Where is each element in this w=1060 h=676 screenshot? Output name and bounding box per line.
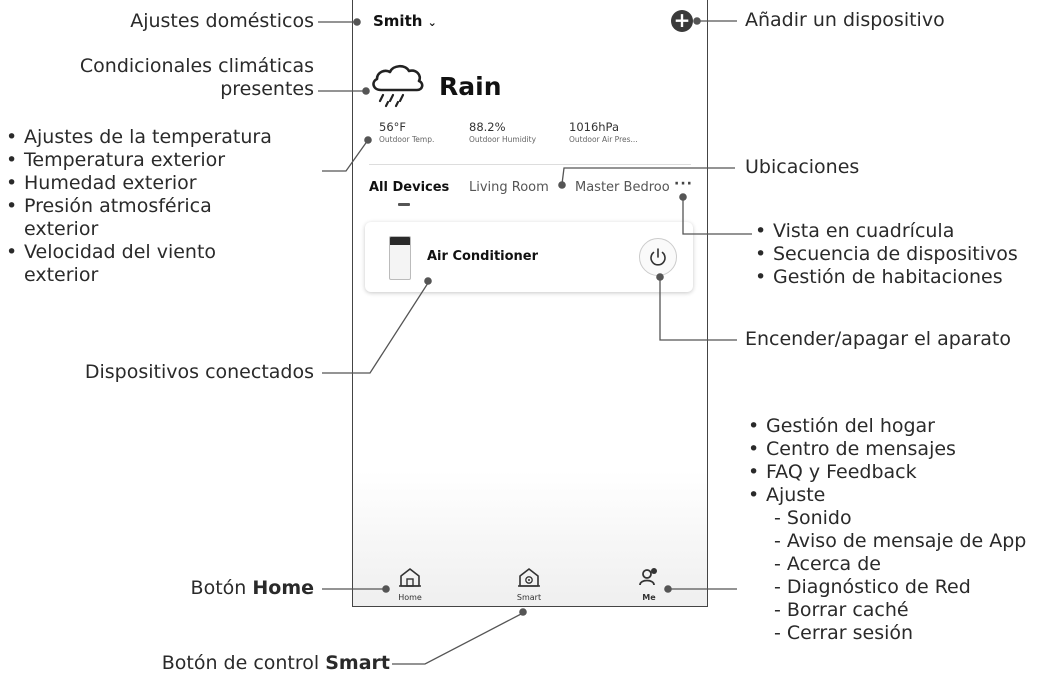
nav-home[interactable]: Home bbox=[380, 566, 440, 602]
list-subitem: - Borrar caché bbox=[774, 599, 909, 621]
label-temperature-list: Ajustes de la temperatura Temperatura ex… bbox=[6, 126, 272, 287]
nav-home-label: Home bbox=[398, 593, 422, 602]
label-anadir-dispositivo: Añadir un dispositivo bbox=[745, 9, 945, 31]
label-condicionales-line2: presentes bbox=[220, 78, 314, 100]
nav-smart-label: Smart bbox=[516, 593, 542, 602]
list-subitem: - Acerca de bbox=[774, 553, 881, 575]
phone-screen: Smith ⌄ + Rain 56°F Outdoor Temp. 88.2% … bbox=[352, 0, 708, 607]
label-boton-smart: Botón de control Smart bbox=[162, 652, 390, 675]
label-ajustes-domesticos: Ajustes domésticos bbox=[130, 10, 314, 32]
chevron-down-icon: ⌄ bbox=[427, 16, 437, 29]
label-boton-home-bold: Home bbox=[252, 577, 314, 599]
stat-outdoor-pressure: 1016hPa Outdoor Air Pres... bbox=[569, 120, 638, 144]
more-options-button[interactable]: ··· bbox=[674, 176, 693, 192]
list-item: FAQ y Feedback bbox=[748, 461, 1026, 484]
list-item: exterior bbox=[24, 218, 99, 240]
weather-condition: Rain bbox=[439, 72, 502, 101]
nav-me-label: Me bbox=[642, 593, 656, 602]
nav-me[interactable]: Me bbox=[619, 566, 679, 602]
list-item: Temperatura exterior bbox=[6, 149, 272, 172]
add-device-button[interactable]: + bbox=[671, 10, 693, 32]
label-condicionales: Condicionales climáticas presentes bbox=[80, 55, 314, 101]
list-item: Vista en cuadrícula bbox=[755, 220, 1018, 243]
home-name-label: Smith bbox=[373, 12, 423, 30]
label-encender-apagar: Encender/apagar el aparato bbox=[745, 328, 1011, 350]
power-button[interactable] bbox=[639, 238, 677, 276]
list-item: Gestión del hogar bbox=[748, 415, 1026, 438]
list-item: Presión atmosférica bbox=[6, 195, 272, 218]
label-dispositivos-conectados: Dispositivos conectados bbox=[84, 361, 314, 383]
tab-living-room[interactable]: Living Room bbox=[469, 180, 549, 195]
list-item: Gestión de habitaciones bbox=[755, 266, 1018, 289]
stat-label: Outdoor Temp. bbox=[379, 135, 435, 144]
list-item: Centro de mensajes bbox=[748, 438, 1026, 461]
divider bbox=[369, 164, 691, 165]
power-icon bbox=[650, 248, 666, 266]
list-item: Humedad exterior bbox=[6, 172, 272, 195]
list-subitem: - Aviso de mensaje de App bbox=[774, 530, 1027, 552]
list-item: exterior bbox=[24, 264, 99, 286]
stat-value: 88.2% bbox=[469, 120, 506, 134]
stat-outdoor-humidity: 88.2% Outdoor Humidity bbox=[469, 120, 536, 144]
home-icon bbox=[399, 568, 421, 587]
list-item: Secuencia de dispositivos bbox=[755, 243, 1018, 266]
device-card[interactable]: Air Conditioner bbox=[365, 222, 693, 292]
stat-value: 1016hPa bbox=[569, 120, 620, 134]
label-boton-smart-prefix: Botón de control bbox=[161, 652, 326, 674]
user-group-icon bbox=[639, 568, 657, 586]
stat-outdoor-temp: 56°F Outdoor Temp. bbox=[379, 120, 434, 144]
stat-label: Outdoor Humidity bbox=[469, 135, 537, 144]
label-condicionales-line1: Condicionales climáticas bbox=[79, 55, 314, 77]
list-item: Ajuste bbox=[748, 484, 1026, 507]
list-subitem: - Sonido bbox=[774, 507, 852, 529]
list-subitem: - Cerrar sesión bbox=[774, 622, 914, 644]
list-item: Ajustes de la temperatura bbox=[6, 126, 272, 149]
label-ubicaciones: Ubicaciones bbox=[745, 156, 860, 178]
label-vista-list: Vista en cuadrícula Secuencia de disposi… bbox=[755, 220, 1018, 289]
list-subitem: - Diagnóstico de Red bbox=[774, 576, 971, 598]
active-tab-indicator bbox=[398, 203, 410, 206]
stat-label: Outdoor Air Pres... bbox=[569, 135, 638, 144]
tab-master-bedroom[interactable]: Master Bedroo bbox=[575, 180, 670, 195]
nav-smart[interactable]: Smart bbox=[499, 566, 559, 602]
label-me-list: Gestión del hogar Centro de mensajes FAQ… bbox=[748, 415, 1026, 645]
plus-icon: + bbox=[673, 8, 691, 32]
stat-value: 56°F bbox=[379, 120, 406, 134]
rain-cloud-icon bbox=[372, 64, 424, 108]
label-boton-home-prefix: Botón bbox=[190, 577, 253, 599]
smart-home-icon bbox=[518, 568, 540, 587]
tab-all-devices[interactable]: All Devices bbox=[369, 180, 449, 195]
label-boton-home: Botón Home bbox=[191, 577, 314, 600]
label-boton-smart-bold: Smart bbox=[325, 652, 390, 674]
list-item: Velocidad del viento bbox=[6, 241, 272, 264]
home-selector[interactable]: Smith ⌄ bbox=[373, 12, 437, 30]
device-name: Air Conditioner bbox=[427, 249, 539, 264]
air-conditioner-image bbox=[389, 236, 411, 280]
